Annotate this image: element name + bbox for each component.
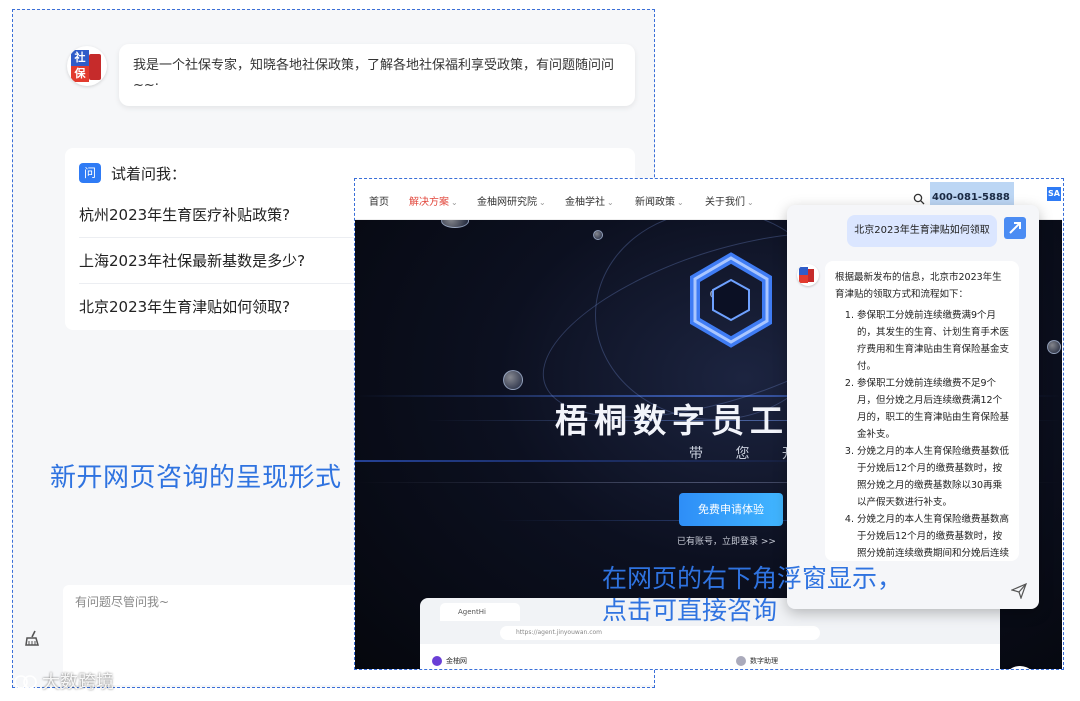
brand-logo: SA xyxy=(1047,187,1061,201)
chevron-down-icon: ⌄ xyxy=(451,198,458,207)
watermark: 大数跨境 xyxy=(14,668,114,694)
mini-center-label: 数字助理 xyxy=(736,656,778,666)
greeting-message: 我是一个社保专家，知晓各地社保政策，了解各地社保福利享受政策，有问题随问问~~· xyxy=(119,44,635,106)
hexagon-logo-icon xyxy=(681,250,781,354)
answer-bubble: 根据最新发布的信息，北京市2023年生育津贴的领取方式和流程如下： 参保职工分娩… xyxy=(825,261,1019,561)
nav-item-solutions[interactable]: 解决方案 ⌄ xyxy=(409,193,458,208)
answer-item: 参保职工分娩前连续缴费不足9个月，但分娩之月后连续缴费满12个月的，职工的生育津… xyxy=(857,375,1009,443)
bot-avatar xyxy=(797,264,819,286)
send-icon[interactable] xyxy=(1010,582,1028,600)
website-window: 首页 解决方案 ⌄ 金柚网研究院 ⌄ 金柚学社 ⌄ 新闻政策 ⌄ 关于我们 ⌄ 400-0… xyxy=(354,178,1064,670)
bot-avatar: 社 保 xyxy=(67,46,107,86)
search-icon[interactable] xyxy=(913,193,925,205)
ask-icon: 问 xyxy=(79,163,101,183)
watermark-logo-icon xyxy=(14,673,38,691)
nav-item-about[interactable]: 关于我们 ⌄ xyxy=(705,193,754,208)
suggestion-title: 试着问我： xyxy=(111,164,187,183)
chevron-down-icon: ⌄ xyxy=(677,198,684,207)
login-link[interactable]: 已有账号，立即登录 >> xyxy=(677,534,776,547)
answer-item: 分娩之月的本人生育保险缴费基数低于分娩后12个月的缴费基数时，按照分娩之月的缴费… xyxy=(857,443,1009,511)
nav-item-home[interactable]: 首页 xyxy=(369,193,389,208)
user-question-bubble: 北京2023年生育津贴如何领取 xyxy=(847,215,997,247)
answer-item: 分娩之月的本人生育保险缴费基数高于分娩后12个月的缴费基数时，按照分娩前连续缴费… xyxy=(857,511,1009,561)
mini-logo-icon xyxy=(432,656,442,666)
nav-item-news[interactable]: 新闻政策 ⌄ xyxy=(635,193,684,208)
broom-icon[interactable] xyxy=(23,628,43,648)
answer-intro: 根据最新发布的信息，北京市2023年生育津贴的领取方式和流程如下： xyxy=(835,272,1002,300)
mini-assistant-icon xyxy=(736,656,746,666)
user-avatar xyxy=(1004,217,1026,239)
mini-page: 金柚网 数字助理 xyxy=(420,644,1000,669)
chat-widget: 北京2023年生育津贴如何领取 根据最新发布的信息，北京市2023年生育津贴的领… xyxy=(787,205,1039,609)
chevron-down-icon: ⌄ xyxy=(747,198,754,207)
answer-list: 参保职工分娩前连续缴费满9个月的，其发生的生育、计划生育手术医疗费用和生育津贴由… xyxy=(835,307,1009,561)
avatar-char-top: 社 xyxy=(71,50,89,66)
free-trial-button[interactable]: 免费申请体验 xyxy=(679,493,783,526)
mini-browser-tab: AgentHi xyxy=(440,603,520,621)
nav-item-academy[interactable]: 金柚学社 ⌄ xyxy=(565,193,614,208)
floating-chat-button[interactable] xyxy=(1003,666,1037,669)
avatar-char-bottom: 保 xyxy=(71,66,89,82)
caption-new-page: 新开网页咨询的呈现形式 xyxy=(50,463,342,493)
hero-title: 梧桐数字员工 xyxy=(555,401,789,440)
chevron-down-icon: ⌄ xyxy=(539,198,546,207)
answer-item: 参保职工分娩前连续缴费满9个月的，其发生的生育、计划生育手术医疗费用和生育津贴由… xyxy=(857,307,1009,375)
nav-item-research[interactable]: 金柚网研究院 ⌄ xyxy=(477,193,546,208)
chevron-down-icon: ⌄ xyxy=(607,198,614,207)
mini-address-bar: https://agent.jinyouwan.com xyxy=(500,626,820,640)
caption-floating-window: 在网页的右下角浮窗显示， 点击可直接咨询 xyxy=(602,564,903,625)
avatar-book-icon xyxy=(89,54,101,80)
mini-sidebar-label: 金柚网 xyxy=(430,656,467,666)
suggestion-header: 问 试着问我： xyxy=(79,162,186,184)
